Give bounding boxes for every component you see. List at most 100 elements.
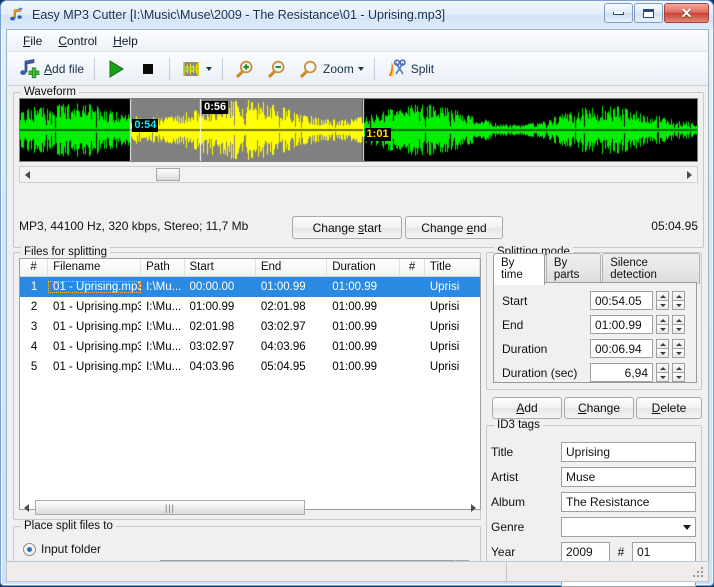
menu-item-file[interactable]: FFileile	[15, 31, 50, 51]
column-header-path-2[interactable]: Path	[141, 259, 185, 276]
minimize-button[interactable]	[604, 3, 633, 23]
status-bar	[6, 561, 709, 582]
scroll-left-button[interactable]	[20, 167, 35, 182]
add-button[interactable]: Add	[492, 397, 562, 419]
duration-sec-field-input[interactable]: 6,94	[590, 363, 653, 382]
resize-grip-icon[interactable]	[693, 567, 705, 579]
start-spin-down[interactable]	[656, 300, 669, 310]
id3-album-row: Album The Resistance	[491, 492, 696, 512]
id3-album-input[interactable]: The Resistance	[561, 492, 696, 512]
end-spin-up-2[interactable]	[672, 315, 685, 324]
zoom-in-button[interactable]	[228, 54, 260, 84]
input-folder-radio[interactable]	[23, 542, 36, 556]
files-table-scrollbar[interactable]: |||	[19, 499, 481, 516]
close-button[interactable]: ✕	[664, 3, 709, 23]
table-header-row: # Filename Path Start End Duration # Title	[20, 259, 480, 277]
start-spin-down-2[interactable]	[672, 300, 685, 310]
start-spin-up-2[interactable]	[672, 291, 685, 300]
duration-field-label: Duration	[502, 341, 548, 356]
duration-sec-spinner-a[interactable]	[656, 363, 669, 382]
duration-spin-down-2[interactable]	[672, 348, 685, 358]
scroll-right-button[interactable]	[682, 167, 697, 182]
tab-silence-detection[interactable]: Silence detection	[602, 253, 700, 284]
table-row[interactable]: 4 01 - Uprising.mp3 I:\Mu... 03:02.97 04:03.…	[20, 337, 480, 357]
waveform-canvas[interactable]	[20, 99, 697, 161]
id3-genre-combobox[interactable]	[561, 517, 696, 537]
table-row[interactable]: 5 01 - Uprising.mp3 I:\Mu... 04:03.96 05:04.…	[20, 357, 480, 377]
table-row[interactable]: 3 01 - Uprising.mp3 I:\Mu... 02:01.98 03:02.…	[20, 317, 480, 337]
tab-by-parts[interactable]: By parts	[545, 253, 602, 284]
duration-spin-up-2[interactable]	[672, 339, 685, 348]
spin-down-icon	[659, 303, 666, 307]
id3-genre-label: Genre	[491, 520, 525, 534]
change-start-button[interactable]: Change start	[292, 216, 402, 239]
selection-dropdown-arrow[interactable]	[206, 66, 213, 71]
end-spinner-a[interactable]	[656, 315, 669, 334]
column-header--0[interactable]: #	[20, 259, 49, 276]
id3-track-input[interactable]: 01	[632, 542, 696, 562]
duration-sec-spinner-b[interactable]	[672, 363, 685, 382]
column-header-end-4[interactable]: End	[256, 259, 328, 276]
table-scroll-thumb[interactable]: |||	[35, 500, 305, 515]
end-spin-up[interactable]	[656, 315, 669, 324]
duration-spinner-a[interactable]	[656, 339, 669, 358]
column-header-title-7[interactable]: Title	[425, 259, 480, 276]
duration-spinner-b[interactable]	[672, 339, 685, 358]
id3-artist-input[interactable]: Muse	[561, 467, 696, 487]
change-end-button[interactable]: Change end	[405, 216, 503, 239]
tab-panel-by-time: Start 00:54.05 End 01:00.99 Duration 00:…	[493, 282, 697, 383]
column-header-duration-5[interactable]: Duration	[327, 259, 401, 276]
dsec-spin-up[interactable]	[656, 363, 669, 372]
end-field-input[interactable]: 01:00.99	[590, 315, 653, 334]
end-spinner-b[interactable]	[672, 315, 685, 334]
waveform-scroll-thumb[interactable]	[156, 168, 180, 181]
duration-spin-up[interactable]	[656, 339, 669, 348]
add-file-button[interactable]: Add file	[13, 54, 89, 84]
zoom-dropdown-arrow[interactable]	[357, 66, 364, 71]
dsec-spin-down[interactable]	[656, 372, 669, 382]
menu-item-help[interactable]: Help	[105, 31, 146, 51]
id3-year-input[interactable]: 2009	[561, 542, 610, 562]
table-row[interactable]: 2 01 - Uprising.mp3 I:\Mu... 01:00.99 02:01.…	[20, 297, 480, 317]
files-table[interactable]: # Filename Path Start End Duration # Title 1 01 …	[19, 258, 481, 510]
selection-button[interactable]	[175, 54, 217, 84]
column-header--6[interactable]: #	[400, 259, 425, 276]
start-field-label: Start	[502, 293, 528, 308]
column-header-start-3[interactable]: Start	[185, 259, 256, 276]
stop-button[interactable]	[132, 54, 164, 84]
play-button[interactable]	[100, 54, 132, 84]
end-spin-down-2[interactable]	[672, 324, 685, 334]
duration-spin-down[interactable]	[656, 348, 669, 358]
menu-item-control[interactable]: Control	[50, 31, 105, 51]
end-field-row: End 01:00.99	[502, 315, 685, 334]
maximize-button[interactable]	[634, 3, 663, 23]
table-row[interactable]: 1 01 - Uprising.mp3 I:\Mu... 00:00.00 01:00.…	[20, 277, 480, 297]
split-button[interactable]: Split	[380, 54, 439, 84]
start-spin-up[interactable]	[656, 291, 669, 300]
duration-field-input[interactable]: 00:06.94	[590, 339, 653, 358]
id3-title-input[interactable]: Uprising	[561, 442, 696, 462]
spin-down-icon	[675, 351, 682, 355]
table-scroll-left-button[interactable]	[19, 499, 34, 516]
delete-button[interactable]: Delete	[636, 397, 702, 419]
change-button[interactable]: Change	[564, 397, 634, 419]
start-spinner-b[interactable]	[672, 291, 685, 310]
tab-by-time[interactable]: By time	[493, 253, 545, 285]
change-start-label: Change start	[312, 220, 382, 235]
table-body: 1 01 - Uprising.mp3 I:\Mu... 00:00.00 01:00.…	[20, 277, 480, 377]
cell-duration: 01:00.99	[332, 321, 377, 333]
scroll-right-icon	[687, 170, 692, 179]
zoom-out-button[interactable]	[260, 54, 292, 84]
waveform-display[interactable]: 0:54 0:56 1:01	[19, 98, 698, 162]
column-header-filename-1[interactable]: Filename	[48, 259, 142, 276]
end-spin-down[interactable]	[656, 324, 669, 334]
id3-title-label: Title	[491, 445, 514, 459]
dsec-spin-up-2[interactable]	[672, 363, 685, 372]
zoom-button[interactable]: Zoom	[292, 54, 369, 84]
dsec-spin-down-2[interactable]	[672, 372, 685, 382]
start-field-input[interactable]: 00:54.05	[590, 291, 653, 310]
input-folder-radio-row[interactable]: Input folder	[23, 542, 101, 556]
waveform-scrollbar[interactable]	[19, 166, 698, 183]
table-scroll-right-button[interactable]	[466, 499, 481, 516]
start-spinner-a[interactable]	[656, 291, 669, 310]
